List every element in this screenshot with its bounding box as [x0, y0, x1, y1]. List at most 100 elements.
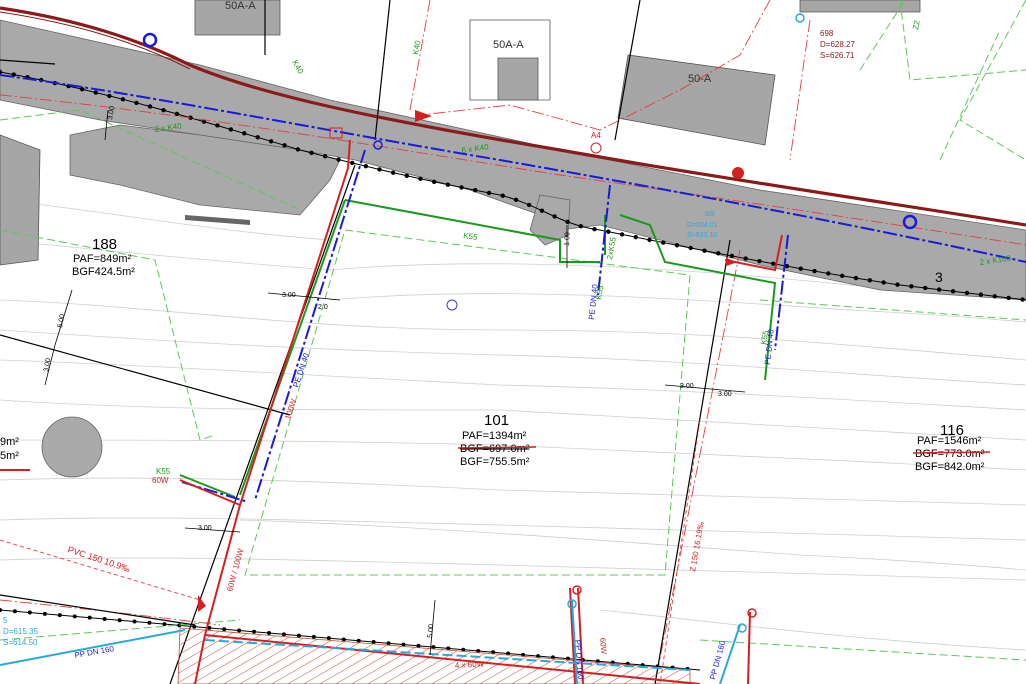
- dimension-label: 3.00: [198, 525, 212, 532]
- utility-label: Z2: [911, 19, 922, 30]
- parcel-bgf-old: BGF=773.0m²: [915, 448, 985, 460]
- curb-dot: [107, 93, 112, 99]
- curb-dot: [296, 633, 301, 638]
- manhole-id: 8/8: [705, 211, 715, 218]
- manhole-698-icon: [795, 13, 805, 23]
- curb-dot: [513, 197, 519, 203]
- manhole-s: S=614.50: [3, 638, 38, 647]
- curb-dot: [992, 294, 997, 299]
- curb-dot: [336, 157, 341, 162]
- parcel-paf: PAF=1394m²: [462, 430, 527, 442]
- dimension-label: 3.00: [718, 391, 732, 398]
- utility-label: PP DN 160: [74, 644, 115, 660]
- sewer-manhole-icon: [590, 142, 602, 154]
- building-top-right: [799, 0, 921, 13]
- manhole-s: S=623.10: [687, 232, 717, 239]
- curb-dot: [743, 256, 748, 261]
- hydrant-icon: [732, 167, 744, 179]
- curb-dot: [377, 167, 382, 172]
- dimension-label: 5.00: [57, 314, 66, 329]
- building-50a: [497, 57, 539, 101]
- curb-dot: [812, 268, 817, 274]
- curb-dot: [12, 609, 17, 614]
- curb-dot: [311, 634, 316, 639]
- parcel-paf: PAF=1546m²: [917, 435, 982, 447]
- building-label: 50-A: [688, 73, 712, 85]
- curb-dot: [729, 253, 735, 259]
- curb-dot: [909, 284, 914, 289]
- curb-dot: [87, 615, 92, 620]
- curb-dot: [826, 271, 831, 276]
- curb-dot: [255, 135, 260, 140]
- curb-dot: [390, 170, 396, 175]
- curb-dot: [147, 620, 152, 625]
- utility-label: 60W: [152, 476, 169, 485]
- curb-dot: [1006, 295, 1011, 301]
- curb-dot: [757, 258, 762, 264]
- building-50a-right: [617, 54, 776, 146]
- tree-icon: [41, 416, 103, 478]
- curb-dot: [120, 97, 126, 102]
- curb-dot: [950, 289, 956, 294]
- curb-dot: [771, 261, 776, 266]
- manhole-d: D=615.35: [3, 627, 38, 636]
- manhole-d: D=628.27: [820, 40, 855, 49]
- curb-dot: [215, 123, 220, 128]
- curb-dot: [350, 160, 355, 166]
- curb-dot: [539, 208, 545, 213]
- building-left: [0, 134, 41, 266]
- curb-dot: [42, 611, 47, 616]
- parcel-bgf: BGF424.5m²: [72, 266, 135, 278]
- curb-dot: [853, 275, 859, 281]
- curb-dot: [459, 185, 464, 190]
- curb-dot: [356, 638, 361, 643]
- curb-dot: [252, 629, 257, 634]
- dimension-label: 5.00: [427, 624, 435, 638]
- curb-dot: [72, 614, 77, 619]
- utility-label: K40: [411, 39, 422, 55]
- curb-dot: [592, 227, 597, 232]
- parcel-number: 101: [484, 412, 509, 429]
- curb-dot: [486, 190, 492, 196]
- curb-dot: [923, 285, 928, 291]
- utility-label: 60W: [598, 637, 608, 655]
- site-plan-map: 50A-A 50A-A 50-A 188 PAF=849m² BGF424.5m…: [0, 0, 1026, 684]
- curb-dot: [936, 287, 942, 292]
- curb-dot: [702, 248, 707, 253]
- survey-point-icon: [446, 299, 458, 311]
- curb-dot: [867, 278, 873, 283]
- curb-dot: [619, 232, 625, 237]
- curb-dot: [839, 273, 845, 279]
- parcel-partial-label: 9m²: [0, 436, 19, 448]
- curb-dot: [326, 636, 331, 641]
- manhole-d: D=624.01: [687, 222, 718, 229]
- curb-dot: [895, 282, 900, 287]
- utility-label: A4: [591, 131, 601, 140]
- curb-dot: [798, 266, 803, 271]
- parcel-number: 3: [935, 269, 943, 285]
- sewer-manhole-icon: [572, 585, 582, 595]
- dimension-label: 3.00: [43, 358, 52, 373]
- curb-dot: [647, 237, 652, 243]
- curb-dot: [282, 143, 287, 148]
- curb-dot: [552, 214, 557, 219]
- curb-dot: [93, 90, 99, 95]
- curb-dot: [281, 632, 286, 637]
- curb-dot: [322, 154, 328, 159]
- utility-label: PVC 150 10.9‰: [66, 544, 131, 574]
- curb-dot: [418, 176, 423, 182]
- curb-dot: [674, 243, 680, 248]
- manhole-s: S=626.71: [820, 51, 855, 60]
- utility-label: 4 x 60W: [455, 659, 485, 670]
- curb-dot: [526, 202, 532, 208]
- curb-dot: [295, 147, 301, 152]
- utility-label: PE DN 40: [291, 351, 311, 388]
- manhole-blue-icon: [142, 32, 158, 48]
- dimension-label: 3.00: [282, 292, 296, 299]
- curb-dot: [267, 631, 272, 636]
- curb-dot: [1020, 297, 1025, 302]
- curb-dot: [633, 234, 638, 240]
- curb-dot: [431, 179, 437, 184]
- curb-dot: [222, 627, 227, 632]
- curb-dot: [162, 622, 167, 627]
